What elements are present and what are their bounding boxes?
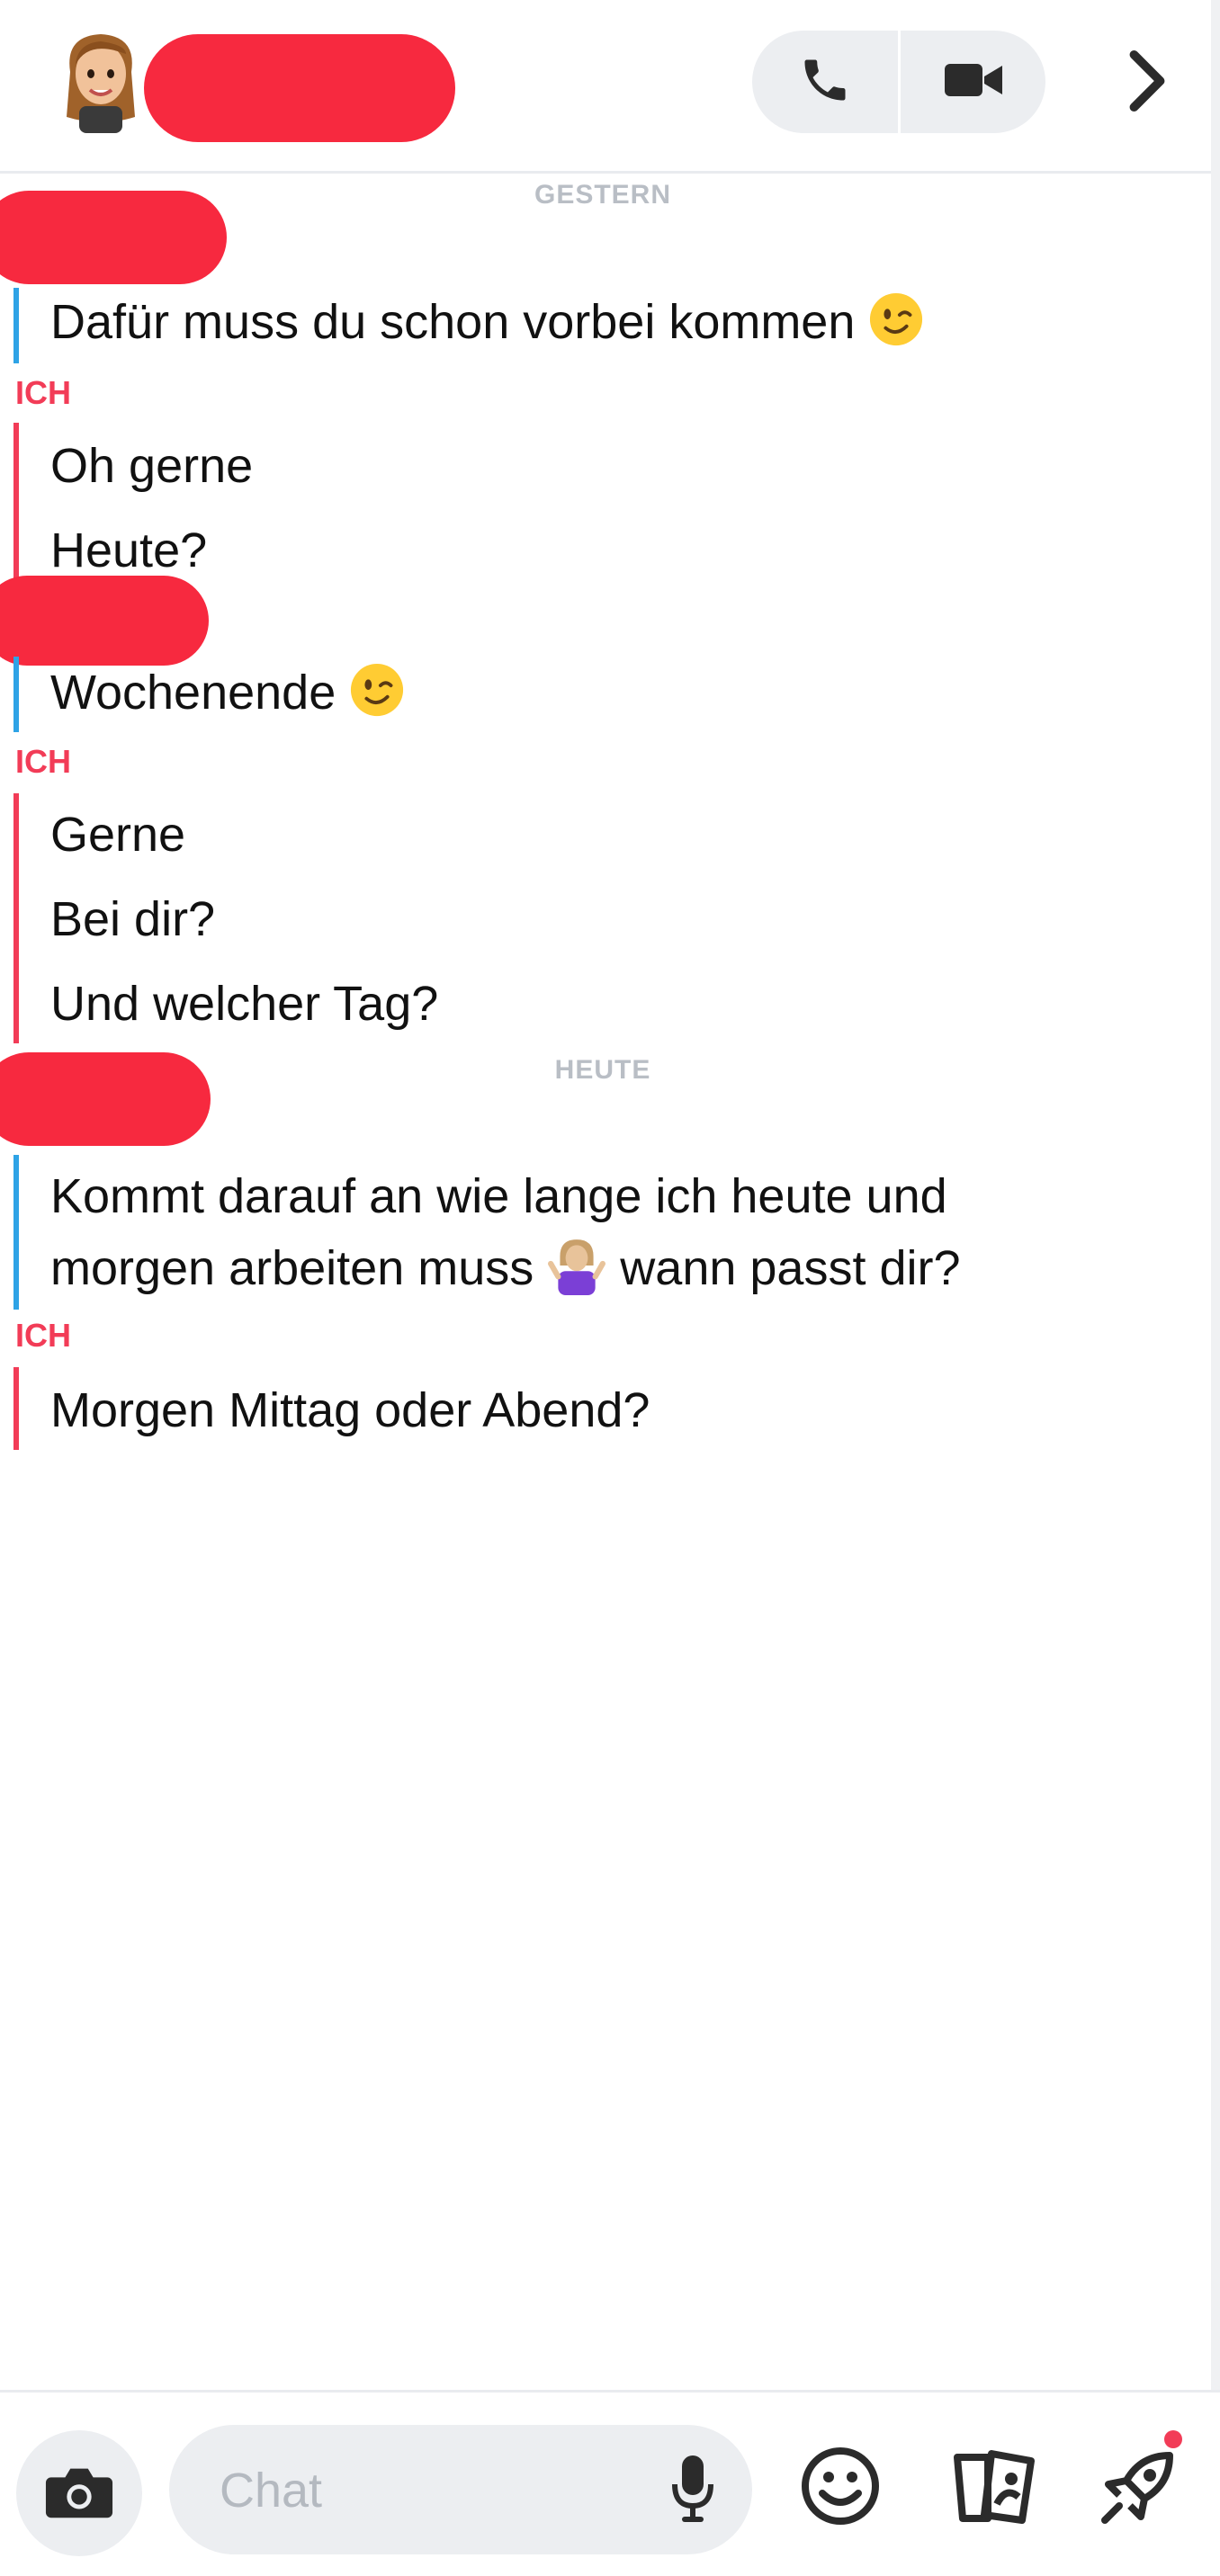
cards-button[interactable] bbox=[950, 2443, 1040, 2533]
sender-label-me: ICH bbox=[15, 374, 71, 411]
chat-input[interactable] bbox=[218, 2452, 653, 2529]
scrollbar[interactable] bbox=[1211, 0, 1220, 2573]
sender-label-me: ICH bbox=[15, 743, 71, 780]
video-camera-icon bbox=[943, 57, 1004, 108]
message-text: Kommt darauf an wie lange ich heute und bbox=[50, 1169, 947, 1223]
video-call-button[interactable] bbox=[901, 31, 1045, 133]
games-button[interactable] bbox=[1094, 2430, 1184, 2533]
cards-icon bbox=[952, 2446, 1038, 2530]
redacted-friend-name bbox=[0, 191, 227, 284]
my-message-bar bbox=[13, 793, 19, 1043]
redacted-friend-name bbox=[0, 1052, 211, 1146]
friend-message-bar bbox=[13, 288, 19, 363]
friend-message-bar bbox=[13, 657, 19, 732]
message-text: morgen arbeiten muss wann passt dir? bbox=[50, 1232, 961, 1304]
chevron-right-button[interactable] bbox=[1112, 40, 1184, 126]
sender-label-me: ICH bbox=[15, 1317, 71, 1354]
notification-dot bbox=[1164, 2430, 1182, 2448]
friend-message-bar bbox=[13, 1155, 19, 1310]
camera-button[interactable] bbox=[16, 2430, 142, 2556]
smiley-icon bbox=[801, 2446, 880, 2530]
redacted-friend-name bbox=[0, 576, 209, 666]
chat-footer bbox=[0, 2390, 1220, 2576]
microphone-button[interactable] bbox=[655, 2452, 731, 2527]
chat-input-container bbox=[169, 2425, 752, 2554]
phone-icon bbox=[798, 53, 852, 112]
emoji-button[interactable] bbox=[795, 2443, 885, 2533]
voice-call-button[interactable] bbox=[752, 31, 898, 133]
my-message-bar bbox=[13, 1367, 19, 1450]
rocket-icon bbox=[1098, 2445, 1180, 2532]
message-text: Dafür muss du schon vorbei kommen bbox=[50, 286, 924, 358]
message-text: Gerne bbox=[50, 808, 186, 862]
person-shrugging-emoji bbox=[547, 1236, 606, 1295]
chevron-right-icon bbox=[1126, 49, 1170, 117]
chat-header bbox=[0, 0, 1220, 174]
bitmoji-avatar[interactable] bbox=[52, 27, 149, 133]
my-message-bar bbox=[13, 423, 19, 590]
message-text: Wochenende bbox=[50, 657, 405, 729]
winking-face-emoji bbox=[349, 662, 405, 718]
winking-face-emoji bbox=[868, 291, 924, 347]
message-text: Bei dir? bbox=[50, 892, 216, 946]
microphone-icon bbox=[669, 2454, 716, 2527]
redacted-contact-name bbox=[144, 34, 455, 142]
message-text: Morgen Mittag oder Abend? bbox=[50, 1383, 650, 1437]
camera-icon bbox=[44, 2463, 114, 2525]
message-text: Und welcher Tag? bbox=[50, 977, 439, 1031]
message-text: Oh gerne bbox=[50, 439, 254, 493]
call-buttons-group bbox=[752, 31, 1045, 133]
